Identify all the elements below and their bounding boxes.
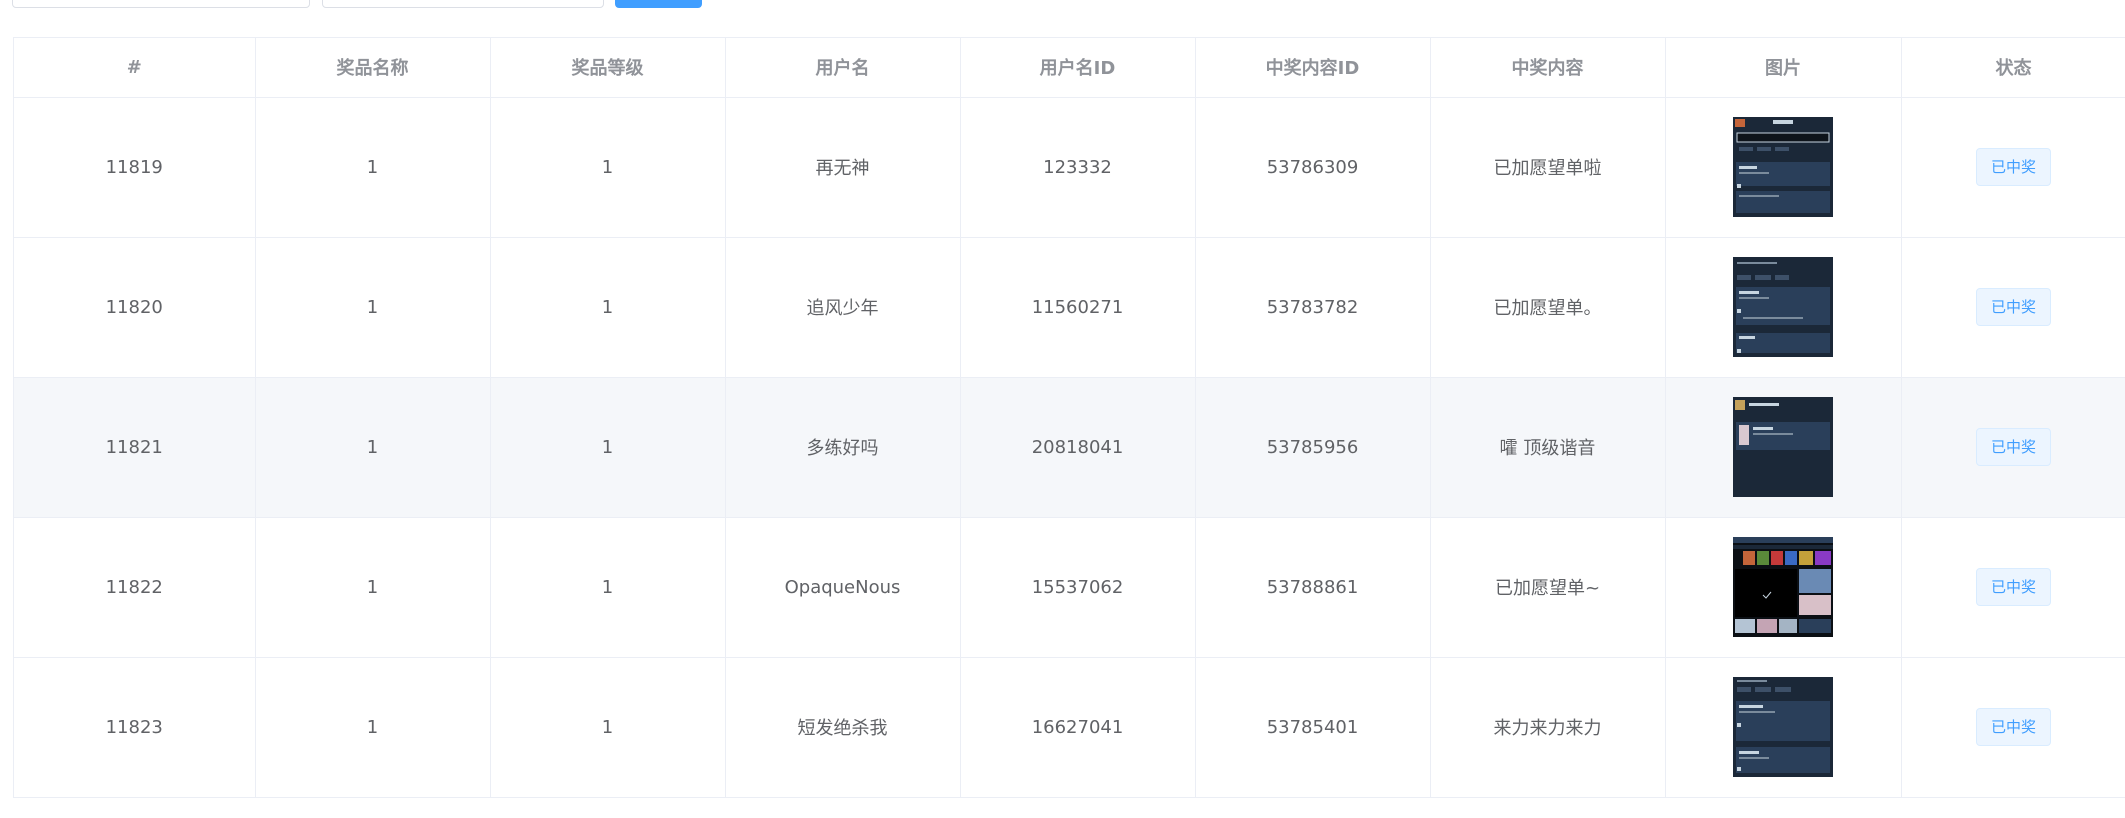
cell-user-id: 16627041 xyxy=(960,657,1196,797)
status-badge: 已中奖 xyxy=(1975,568,2051,606)
cell-prize-name: 1 xyxy=(255,657,491,797)
cell-content: 嚯 顶级谐音 xyxy=(1430,377,1666,518)
cell-content-id: 53783782 xyxy=(1195,237,1431,378)
table-row[interactable]: 11819 1 1 再无神 123332 53786309 已加愿望单啦 已中奖 xyxy=(14,97,2125,238)
column-header-content-id[interactable]: 中奖内容ID xyxy=(1195,38,1431,98)
cell-index: 11821 xyxy=(14,377,256,518)
cell-index: 11820 xyxy=(14,237,256,378)
column-header-username[interactable]: 用户名 xyxy=(725,38,961,98)
screenshot-thumbnail[interactable] xyxy=(1733,537,1833,637)
cell-index: 11819 xyxy=(14,97,256,238)
cell-content: 已加愿望单啦 xyxy=(1430,97,1666,238)
table-row[interactable]: 11822 1 1 OpaqueNous 15537062 53788861 已… xyxy=(14,517,2125,658)
cell-prize-name: 1 xyxy=(255,517,491,658)
cell-username: 再无神 xyxy=(725,97,961,238)
cell-prize-level: 1 xyxy=(490,517,726,658)
screenshot-thumbnail[interactable] xyxy=(1733,397,1833,497)
cell-prize-name: 1 xyxy=(255,97,491,238)
cell-username: 多练好吗 xyxy=(725,377,961,518)
cell-image xyxy=(1665,377,1902,518)
column-header-content[interactable]: 中奖内容 xyxy=(1430,38,1666,98)
filter-input-2[interactable] xyxy=(322,0,604,8)
cell-user-id: 15537062 xyxy=(960,517,1196,658)
cell-content: 已加愿望单。 xyxy=(1430,237,1666,378)
cell-user-id: 11560271 xyxy=(960,237,1196,378)
winners-table: # 奖品名称 奖品等级 用户名 用户名ID 中奖内容ID 中奖内容 图片 状态 … xyxy=(13,37,2125,798)
cell-prize-level: 1 xyxy=(490,657,726,797)
cell-content-id: 53785401 xyxy=(1195,657,1431,797)
cell-image xyxy=(1665,97,1902,238)
column-header-image[interactable]: 图片 xyxy=(1665,38,1902,98)
cell-username: OpaqueNous xyxy=(725,517,961,658)
column-header-index[interactable]: # xyxy=(14,38,256,98)
cell-username: 短发绝杀我 xyxy=(725,657,961,797)
column-header-prize-level[interactable]: 奖品等级 xyxy=(490,38,726,98)
cell-content: 来力来力来力 xyxy=(1430,657,1666,797)
cell-index: 11823 xyxy=(14,657,256,797)
cell-prize-level: 1 xyxy=(490,237,726,378)
cell-image xyxy=(1665,237,1902,378)
cell-content-id: 53786309 xyxy=(1195,97,1431,238)
status-badge: 已中奖 xyxy=(1975,148,2051,186)
search-button[interactable] xyxy=(615,0,702,8)
cell-status: 已中奖 xyxy=(1901,97,2125,238)
screenshot-thumbnail[interactable] xyxy=(1733,117,1833,217)
cell-user-id: 123332 xyxy=(960,97,1196,238)
screenshot-thumbnail[interactable] xyxy=(1733,677,1833,777)
status-badge: 已中奖 xyxy=(1975,708,2051,746)
cell-image xyxy=(1665,657,1902,797)
table-row[interactable]: 11820 1 1 追风少年 11560271 53783782 已加愿望单。 xyxy=(14,237,2125,378)
cell-prize-name: 1 xyxy=(255,377,491,518)
filter-toolbar xyxy=(0,0,2125,12)
column-header-user-id[interactable]: 用户名ID xyxy=(960,38,1196,98)
cell-status: 已中奖 xyxy=(1901,377,2125,518)
column-header-prize-name[interactable]: 奖品名称 xyxy=(255,38,491,98)
column-header-status[interactable]: 状态 xyxy=(1901,38,2125,98)
screenshot-thumbnail[interactable] xyxy=(1733,257,1833,357)
cell-image xyxy=(1665,517,1902,658)
table-row[interactable]: 11821 1 1 多练好吗 20818041 53785956 嚯 顶级谐音 xyxy=(14,377,2125,518)
cell-content-id: 53785956 xyxy=(1195,377,1431,518)
table-row[interactable]: 11823 1 1 短发绝杀我 16627041 53785401 来力来力来力 xyxy=(14,657,2125,797)
cell-status: 已中奖 xyxy=(1901,517,2125,658)
cell-prize-level: 1 xyxy=(490,377,726,518)
cell-status: 已中奖 xyxy=(1901,657,2125,797)
cell-index: 11822 xyxy=(14,517,256,658)
table-header-row: # 奖品名称 奖品等级 用户名 用户名ID 中奖内容ID 中奖内容 图片 状态 xyxy=(14,38,2125,98)
cell-user-id: 20818041 xyxy=(960,377,1196,518)
cell-content-id: 53788861 xyxy=(1195,517,1431,658)
cell-content: 已加愿望单~ xyxy=(1430,517,1666,658)
filter-input-1[interactable] xyxy=(12,0,310,8)
cell-prize-level: 1 xyxy=(490,97,726,238)
cell-username: 追风少年 xyxy=(725,237,961,378)
cell-prize-name: 1 xyxy=(255,237,491,378)
status-badge: 已中奖 xyxy=(1975,288,2051,326)
status-badge: 已中奖 xyxy=(1975,428,2051,466)
cell-status: 已中奖 xyxy=(1901,237,2125,378)
